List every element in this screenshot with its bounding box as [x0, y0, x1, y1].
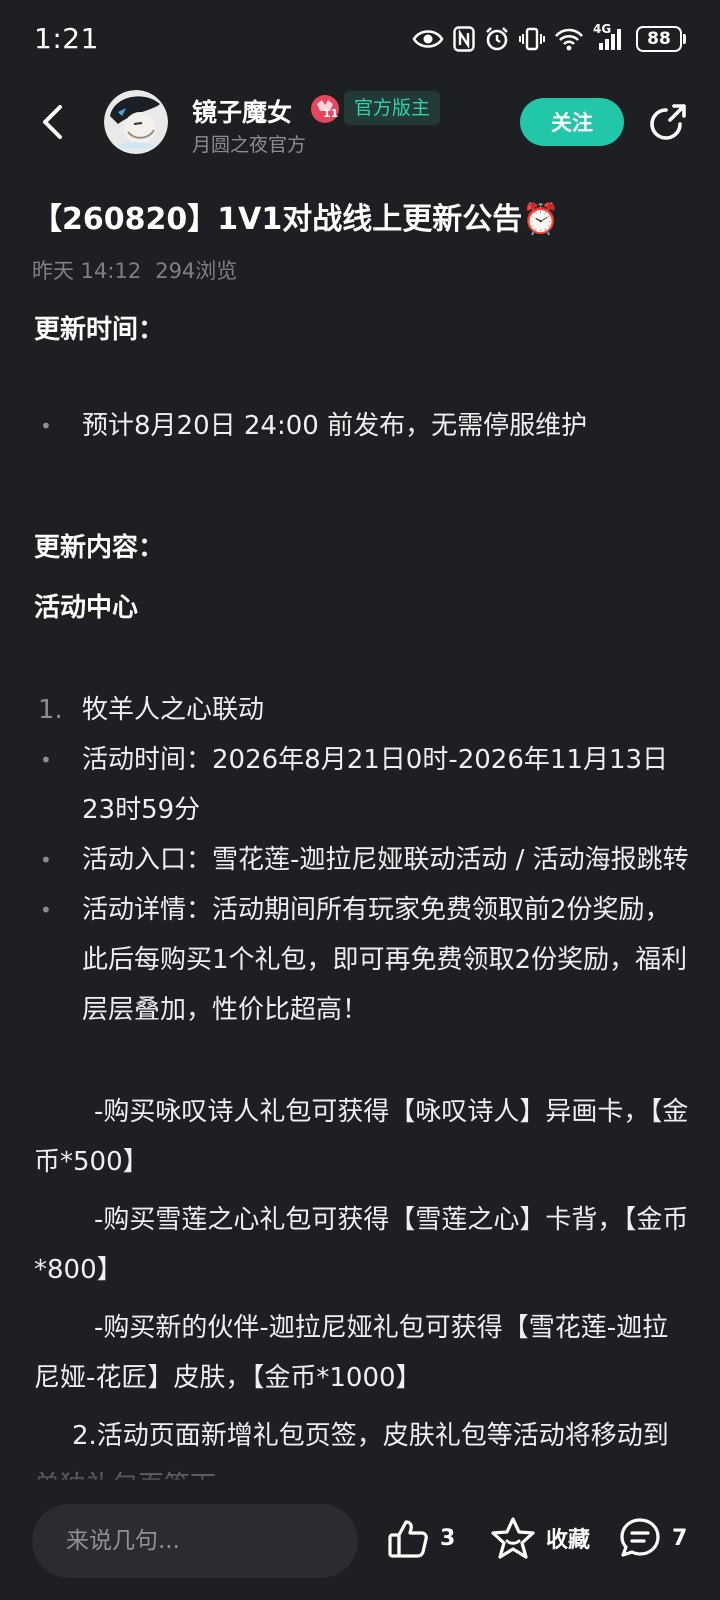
vibrate-icon	[519, 27, 545, 51]
list-item: • 预计8月20日 24:00 前发布，无需停服维护	[34, 401, 694, 451]
thumbs-up-icon	[388, 1520, 428, 1558]
list-item-text: 活动详情：活动期间所有玩家免费领取前2份奖励，此后每购买1个礼包，即可再免费领取…	[82, 895, 688, 1025]
official-moderator-tag: 官方版主	[344, 91, 441, 125]
favorite-button[interactable]: 收藏	[490, 1508, 590, 1568]
reward-item: -购买雪莲之心礼包可获得【雪莲之心】卡背，【金币*800】	[34, 1205, 689, 1285]
reward-item: -购买新的伙伴-迦拉尼娅礼包可获得【雪花莲-迦拉尼娅-花匠】皮肤，【金币*100…	[34, 1313, 669, 1393]
follow-button[interactable]: 关注	[520, 98, 624, 146]
status-icons: 4G 88	[412, 22, 686, 56]
nfc-icon	[453, 26, 475, 52]
status-time: 1:21	[34, 22, 99, 55]
comment-bubble-icon	[620, 1518, 660, 1557]
eye-icon	[412, 30, 444, 48]
bullet-marker: •	[40, 748, 52, 772]
list-item-text: 预计8月20日 24:00 前发布，无需停服维护	[82, 411, 588, 441]
bullet-marker: •	[40, 414, 52, 438]
star-icon	[491, 1517, 535, 1559]
number-marker: 1.	[38, 695, 63, 725]
list-item-text: 活动入口：雪花莲-迦拉尼娅联动活动 / 活动海报跳转	[82, 845, 689, 875]
numbered-item-text: 牧羊人之心联动	[82, 695, 265, 725]
post-content: 更新时间： • 预计8月20日 24:00 前发布，无需停服维护 更新内容： 活…	[34, 305, 694, 1511]
bullet-marker: •	[40, 898, 52, 922]
list-item: • 活动时间：2026年8月21日0时-2026年11月13日23时59分	[34, 735, 694, 835]
post-time: 昨天 14:12	[32, 259, 142, 283]
section-heading-update-time: 更新时间：	[34, 315, 165, 345]
comment-button[interactable]: 7	[618, 1508, 687, 1568]
post-title: 【260820】1V1对战线上更新公告⏰	[32, 202, 560, 237]
post-header: 镜子魔女 11 官方版主 月圆之夜官方 关注	[0, 80, 720, 168]
share-button[interactable]	[644, 100, 690, 146]
section-heading-update-content: 更新内容：	[34, 533, 165, 563]
level-badge: 11	[310, 94, 340, 124]
comment-input[interactable]: 来说几句...	[32, 1504, 358, 1578]
share-icon	[650, 104, 686, 140]
author-avatar[interactable]	[104, 90, 168, 154]
list-item: • 活动入口：雪花莲-迦拉尼娅联动活动 / 活动海报跳转	[34, 835, 694, 885]
battery-icon: 88	[636, 26, 686, 52]
battery-level: 88	[636, 26, 682, 52]
back-button[interactable]	[30, 100, 74, 144]
bullet-marker: •	[40, 848, 52, 872]
alarm-icon	[486, 27, 508, 51]
reward-item: -购买咏叹诗人礼包可获得【咏叹诗人】异画卡，【金币*500】	[34, 1097, 689, 1177]
status-bar: 1:21 4G 88	[0, 0, 720, 78]
list-item-text: 活动时间：2026年8月21日0时-2026年11月13日23时59分	[82, 745, 669, 825]
level-number: 11	[323, 107, 339, 120]
numbered-item: 1. 牧羊人之心联动	[34, 685, 694, 735]
wifi-icon	[555, 28, 583, 51]
post-views: 294浏览	[155, 259, 238, 283]
favorite-label: 收藏	[546, 1528, 591, 1553]
comment-count: 7	[672, 1525, 688, 1551]
bottom-action-bar: 来说几句... 3 收藏 7	[0, 1480, 720, 1600]
list-item: • 活动详情：活动期间所有玩家免费领取前2份奖励，此后每购买1个礼包，即可再免费…	[34, 885, 694, 1035]
author-subtitle: 月圆之夜官方	[192, 134, 307, 156]
section-heading-activity: 活动中心	[34, 593, 139, 623]
like-count: 3	[440, 1525, 456, 1551]
signal-icon: 4G	[593, 22, 627, 52]
like-button[interactable]: 3	[386, 1508, 455, 1568]
post-meta: 昨天 14:12 294浏览	[32, 255, 237, 285]
back-arrow-icon	[43, 105, 62, 139]
author-name[interactable]: 镜子魔女	[192, 93, 292, 129]
